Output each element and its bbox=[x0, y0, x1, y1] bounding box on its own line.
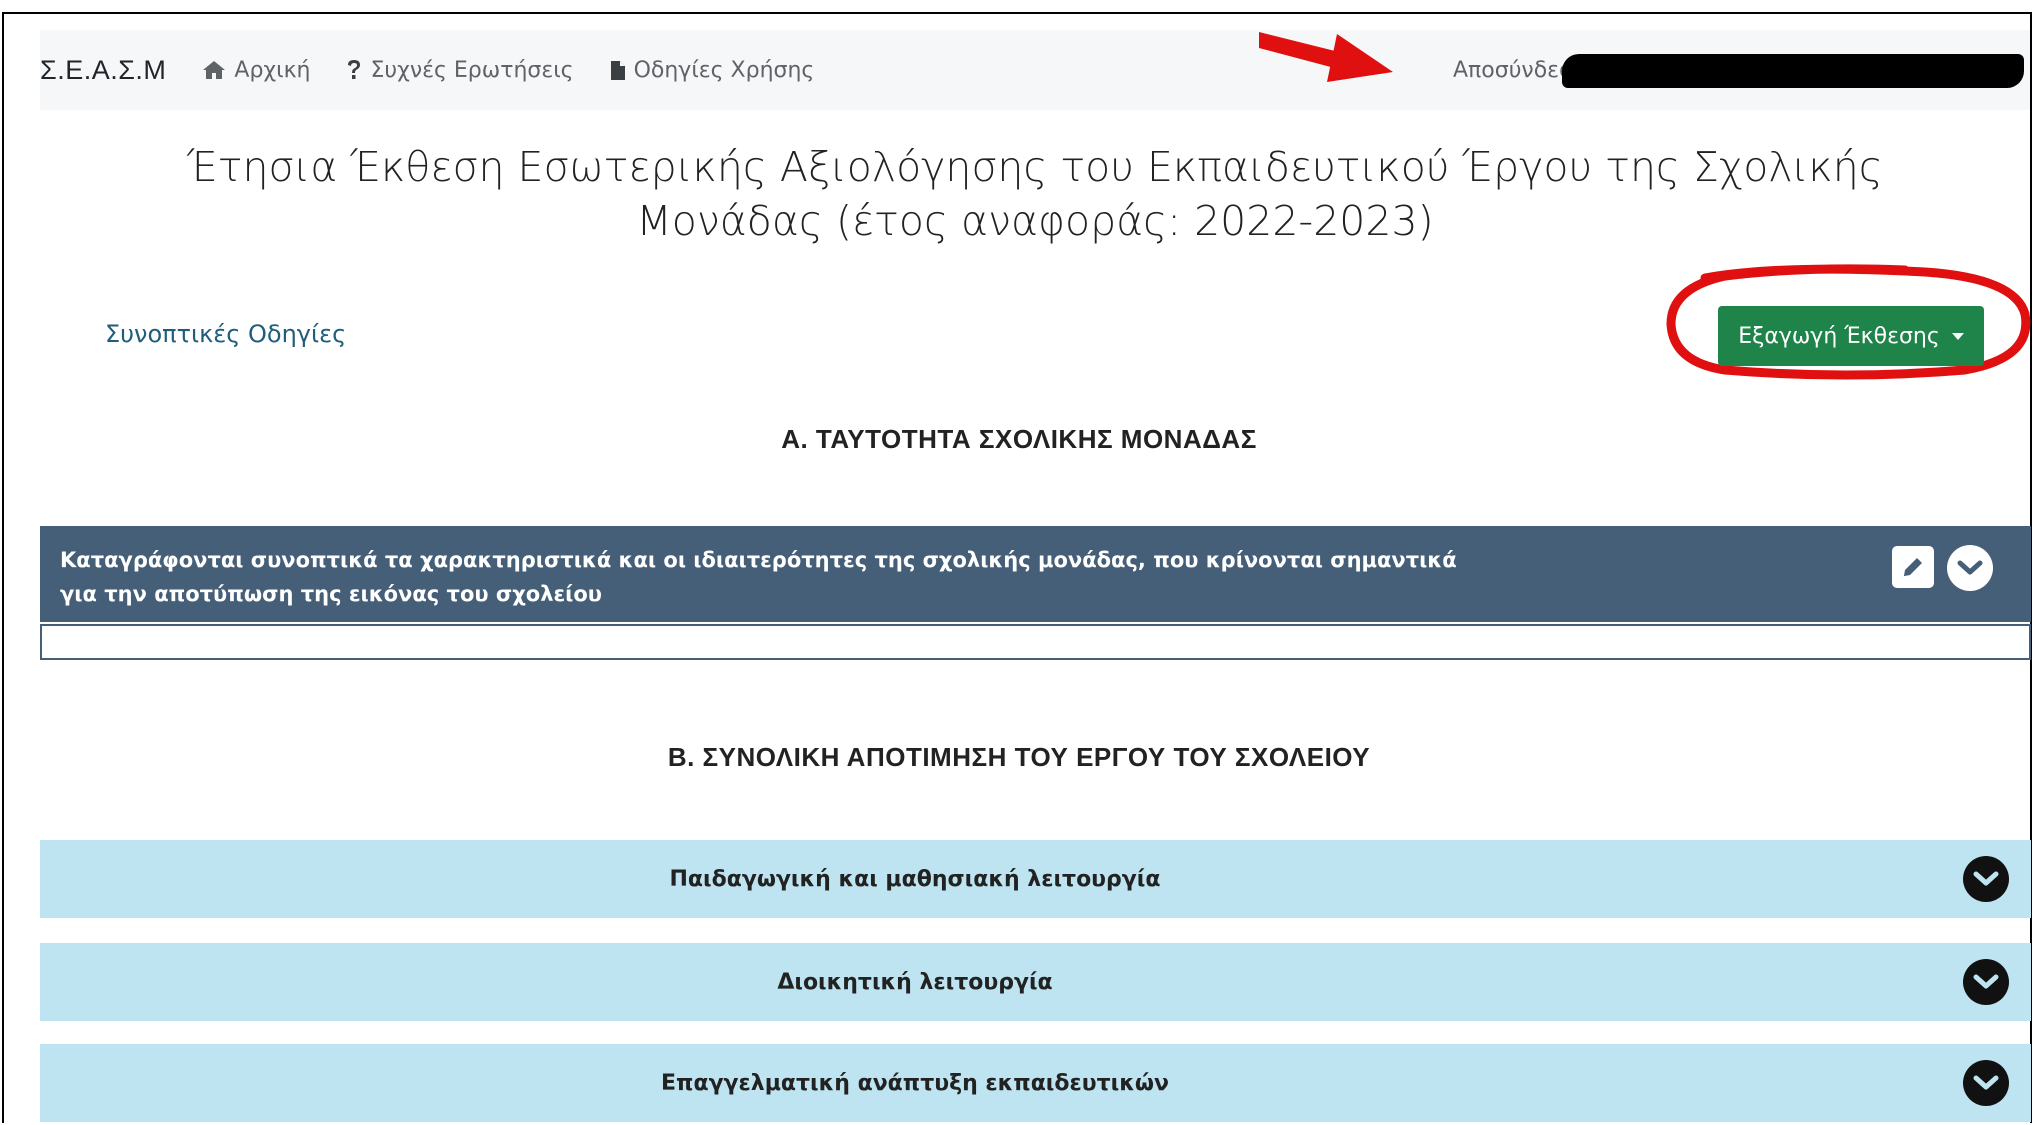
chevron-down-icon[interactable] bbox=[1963, 1060, 2009, 1106]
summary-instructions-link[interactable]: Συνοπτικές Οδηγίες bbox=[105, 320, 346, 348]
nav-link-faq-label: Συχνές Ερωτήσεις bbox=[370, 57, 574, 83]
export-report-button[interactable]: Εξαγωγή Έκθεσης bbox=[1718, 306, 1984, 366]
chevron-down-icon[interactable] bbox=[1963, 959, 2009, 1005]
redacted-username bbox=[1562, 54, 2024, 88]
annotation-arrow-icon bbox=[1259, 32, 1393, 82]
nav-link-home-label: Αρχική bbox=[234, 57, 311, 83]
panel-administrative-function[interactable]: Διοικητική λειτουργία bbox=[40, 943, 2031, 1021]
chevron-down-icon[interactable] bbox=[1963, 856, 2009, 902]
brand-logo[interactable]: Σ.Ε.Α.Σ.Μ bbox=[40, 55, 166, 86]
nav-link-user-guide-label: Οδηγίες Χρήσης bbox=[633, 57, 815, 83]
school-identity-panel-header: Καταγράφονται συνοπτικά τα χαρακτηριστικ… bbox=[40, 526, 2031, 622]
school-identity-panel-title: Καταγράφονται συνοπτικά τα χαρακτηριστικ… bbox=[60, 548, 1457, 606]
section-b-heading: Β. ΣΥΝΟΛΙΚΗ ΑΠΟΤΙΜΗΣΗ ΤΟΥ ΕΡΓΟΥ ΤΟΥ ΣΧΟΛ… bbox=[667, 742, 1371, 772]
pencil-icon[interactable] bbox=[1892, 546, 1934, 588]
panel-label: Επαγγελματική ανάπτυξη εκπαιδευτικών bbox=[661, 1070, 1169, 1096]
panel-professional-development[interactable]: Επαγγελματική ανάπτυξη εκπαιδευτικών bbox=[40, 1044, 2031, 1122]
panel-label: Παιδαγωγική και μαθησιακή λειτουργία bbox=[669, 866, 1161, 892]
nav-link-home[interactable]: Αρχική bbox=[202, 58, 310, 83]
export-report-label: Εξαγωγή Έκθεσης bbox=[1738, 323, 1940, 349]
panel-pedagogical-function[interactable]: Παιδαγωγική και μαθησιακή λειτουργία bbox=[40, 840, 2031, 918]
caret-down-icon bbox=[1951, 332, 1964, 340]
question-icon bbox=[346, 59, 362, 81]
chevron-down-icon[interactable] bbox=[1947, 545, 1993, 591]
page-title: Έτησια Έκθεση Εσωτερικής Αξιολόγησης του… bbox=[187, 143, 1883, 245]
section-a-heading: Α. ΤΑΥΤΟΤΗΤΑ ΣΧΟΛΙΚΗΣ ΜΟΝΑΔΑΣ bbox=[781, 424, 1257, 454]
panel-label: Διοικητική λειτουργία bbox=[777, 969, 1053, 995]
document-icon bbox=[610, 60, 626, 81]
nav-link-faq[interactable]: Συχνές Ερωτήσεις bbox=[346, 57, 574, 83]
home-icon bbox=[202, 60, 226, 80]
nav-link-user-guide[interactable]: Οδηγίες Χρήσης bbox=[610, 57, 815, 83]
school-identity-panel-body[interactable] bbox=[40, 624, 2031, 660]
